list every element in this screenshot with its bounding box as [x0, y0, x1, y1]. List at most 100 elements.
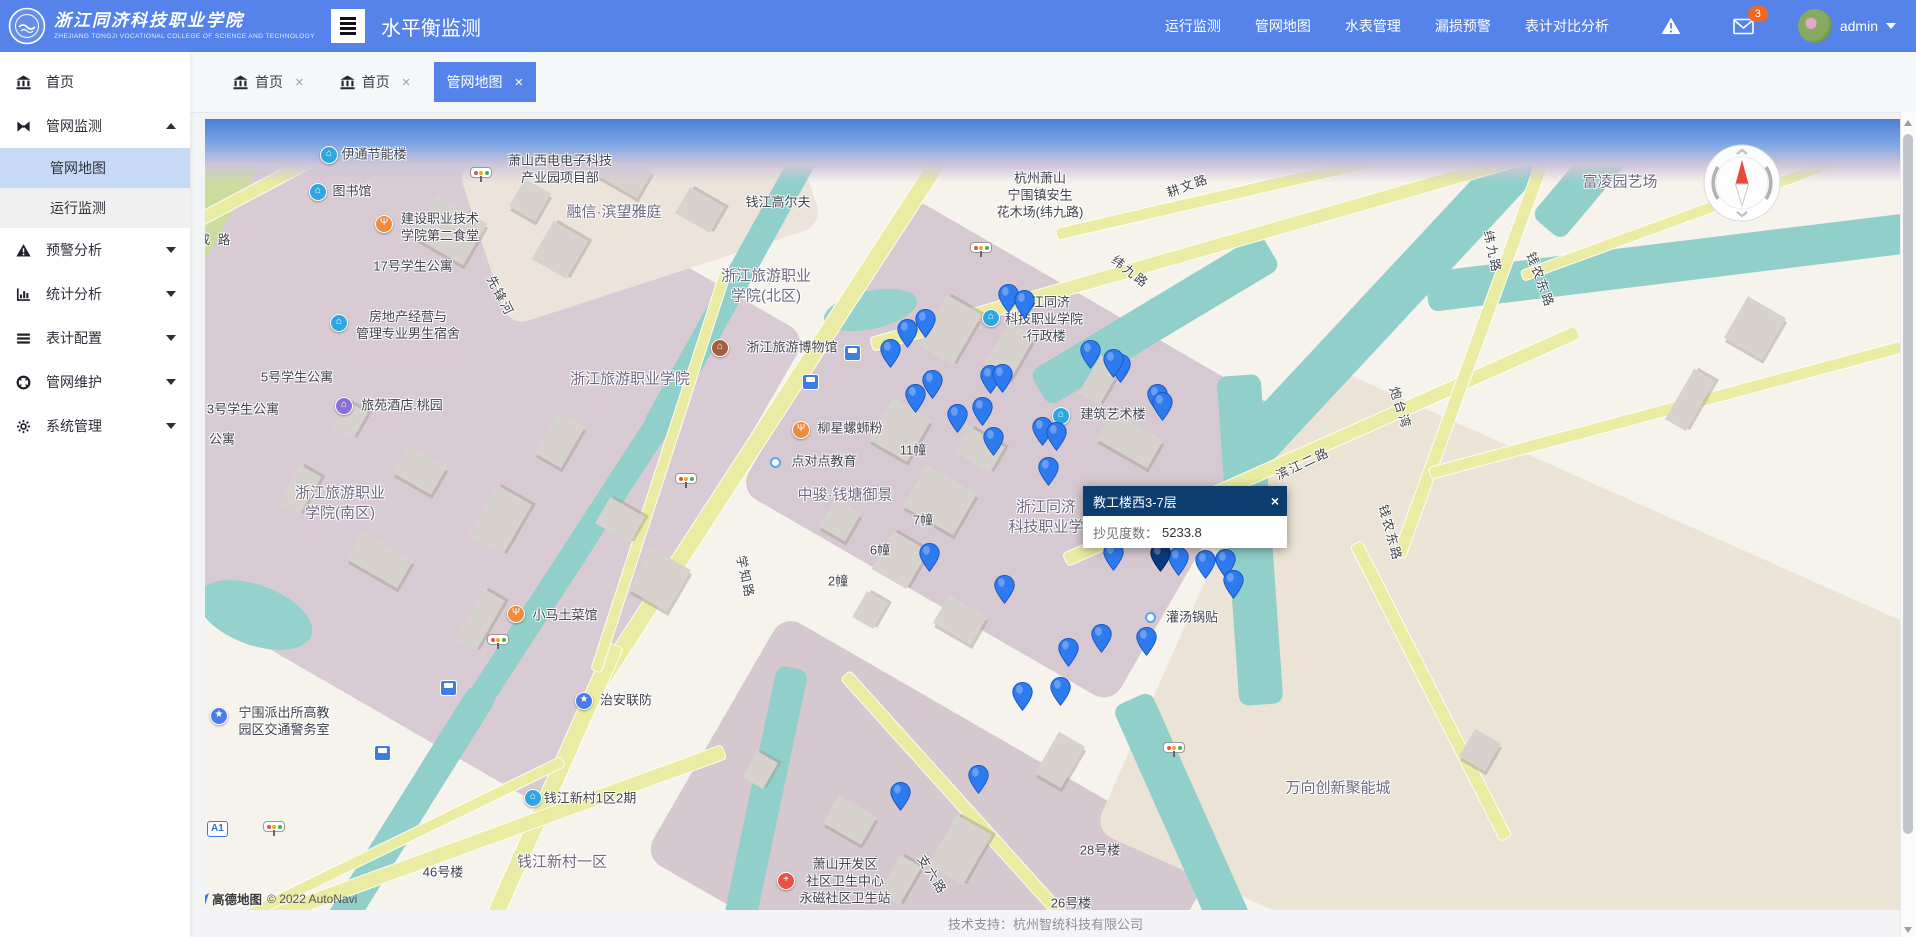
map-marker-selected[interactable] — [1150, 543, 1171, 577]
building-poi-icon: ⌂ — [320, 146, 338, 164]
scrollbar-thumb[interactable] — [1903, 134, 1913, 834]
tab-首页[interactable]: 首页× — [327, 62, 424, 102]
scroll-up-icon[interactable] — [1904, 120, 1912, 126]
bus-stop-icon — [844, 345, 861, 361]
close-icon[interactable]: × — [402, 74, 411, 91]
map-canvas[interactable]: 伊通节能楼图书馆建设职业技术 学院第二食堂17号学生公寓萧山西电电子科技 产业园… — [205, 119, 1901, 910]
app-header: 浙江同济科技职业学院 ZHEJIANG TONGJI VOCATIONAL CO… — [0, 0, 1916, 52]
map-marker[interactable] — [947, 404, 968, 438]
map-label: 28号楼 — [1080, 843, 1120, 860]
map-label: 宁围派出所高教 园区交通警务室 — [238, 705, 329, 739]
map-marker[interactable] — [968, 765, 989, 799]
library-poi-icon: ⌂ — [309, 183, 327, 201]
sidebar-item-预警分析[interactable]: 预警分析 — [0, 228, 190, 272]
map-label: 小马土菜馆 — [532, 608, 597, 625]
list-icon — [16, 331, 34, 346]
map-label: 房地产经营与 管理专业男生宿舍 — [356, 309, 460, 343]
map-marker[interactable] — [1195, 550, 1216, 584]
police-poi-icon: ★ — [575, 692, 593, 710]
map-marker[interactable] — [983, 427, 1004, 461]
map-marker[interactable] — [1223, 570, 1244, 604]
nav-item-表计对比分析[interactable]: 表计对比分析 — [1525, 16, 1609, 36]
map-label: 萧山开发区 社区卫生中心 永磁社区卫生站 — [799, 857, 890, 908]
map-marker[interactable] — [1050, 677, 1071, 711]
nav-item-运行监测[interactable]: 运行监测 — [1165, 16, 1221, 36]
bus-stop-icon — [802, 374, 819, 390]
map-label: 26号楼 — [1051, 896, 1091, 910]
map-label: 2幢 — [828, 574, 848, 591]
sidebar-item-首页[interactable]: 首页 — [0, 60, 190, 104]
map-label: 图书馆 — [332, 184, 371, 201]
map-marker[interactable] — [994, 575, 1015, 609]
bank-icon — [16, 75, 34, 90]
tab-首页[interactable]: 首页× — [220, 62, 317, 102]
map-marker[interactable] — [890, 782, 911, 816]
close-icon[interactable]: × — [515, 74, 524, 91]
map-marker[interactable] — [1091, 624, 1112, 658]
map-marker[interactable] — [1152, 392, 1173, 426]
nav-item-漏损预警[interactable]: 漏损预警 — [1435, 16, 1491, 36]
sidebar-item-系统管理[interactable]: 系统管理 — [0, 404, 190, 448]
sidebar-item-管网监测[interactable]: 管网监测 — [0, 104, 190, 148]
map-marker[interactable] — [919, 543, 940, 577]
map-label: 钱江新村一区 — [517, 852, 607, 872]
map-marker[interactable] — [1080, 340, 1101, 374]
message-icon[interactable]: 3 — [1733, 18, 1754, 35]
map-marker[interactable] — [1038, 457, 1059, 491]
residence-poi-icon: ⌂ — [524, 789, 542, 807]
map-marker[interactable] — [905, 384, 926, 418]
avatar — [1798, 9, 1832, 43]
traffic-light-icon — [970, 242, 992, 253]
college-logo: 浙江同济科技职业学院 ZHEJIANG TONGJI VOCATIONAL CO… — [0, 7, 315, 45]
tab-label: 管网地图 — [447, 72, 503, 92]
map-marker[interactable] — [1136, 627, 1157, 661]
map-marker[interactable] — [1046, 422, 1067, 456]
map-marker[interactable] — [1058, 638, 1079, 672]
menu-toggle-button[interactable] — [331, 9, 365, 43]
map-label: 浙江同济 科技职业学 — [1008, 498, 1083, 537]
vertical-scrollbar[interactable] — [1900, 112, 1916, 937]
dormitory-poi-icon: ⌂ — [330, 314, 348, 332]
tab-管网地图[interactable]: 管网地图 × — [434, 62, 537, 102]
bank-icon — [233, 75, 248, 90]
compass-control[interactable] — [1702, 143, 1782, 228]
map-attribution: 高德地图 © 2022 AutoNavi — [205, 889, 357, 908]
map-marker[interactable] — [1103, 349, 1124, 383]
nav-item-管网地图[interactable]: 管网地图 — [1255, 16, 1311, 36]
chevron-down-icon — [166, 335, 176, 341]
close-icon[interactable]: × — [295, 74, 304, 91]
alert-icon[interactable] — [1661, 17, 1681, 35]
tab-bar: 首页×首页× 管网地图 × — [190, 52, 1916, 113]
map-marker[interactable] — [1014, 290, 1035, 324]
map-marker[interactable] — [992, 364, 1013, 398]
message-badge: 3 — [1748, 6, 1768, 22]
college-name-en: ZHEJIANG TONGJI VOCATIONAL COLLEGE OF SC… — [54, 33, 315, 40]
map-marker[interactable] — [915, 309, 936, 343]
gear-icon — [16, 419, 34, 434]
sidebar-item-统计分析[interactable]: 统计分析 — [0, 272, 190, 316]
traffic-light-icon — [675, 473, 697, 484]
map-marker[interactable] — [972, 397, 993, 431]
map-marker[interactable] — [1012, 682, 1033, 716]
map-label: 萧山西电电子科技 产业园项目部 — [508, 153, 612, 187]
map-marker[interactable] — [1168, 547, 1189, 581]
sidebar-item-管网维护[interactable]: 管网维护 — [0, 360, 190, 404]
close-icon[interactable]: × — [1271, 493, 1279, 509]
map-label: 钱江高尔夫 — [745, 195, 810, 212]
map-label: 3号学生公寓 — [207, 402, 279, 419]
bus-stop-icon — [440, 680, 457, 696]
user-menu[interactable]: admin — [1798, 9, 1896, 43]
traffic-light-icon — [263, 821, 285, 832]
sidebar-item-表计配置[interactable]: 表计配置 — [0, 316, 190, 360]
scroll-down-icon[interactable] — [1904, 927, 1912, 933]
map-copyright: © 2022 AutoNavi — [267, 892, 357, 906]
sidebar-subitem-运行监测[interactable]: 运行监测 — [0, 188, 190, 228]
traffic-light-icon — [1163, 742, 1185, 753]
map-marker[interactable] — [880, 339, 901, 373]
sidebar-item-label: 表计配置 — [46, 328, 102, 348]
chevron-down-icon — [166, 291, 176, 297]
map-label: 钱江新村1区2期 — [544, 791, 636, 808]
sidebar-subitem-管网地图[interactable]: 管网地图 — [0, 148, 190, 188]
chevron-down-icon — [166, 423, 176, 429]
nav-item-水表管理[interactable]: 水表管理 — [1345, 16, 1401, 36]
